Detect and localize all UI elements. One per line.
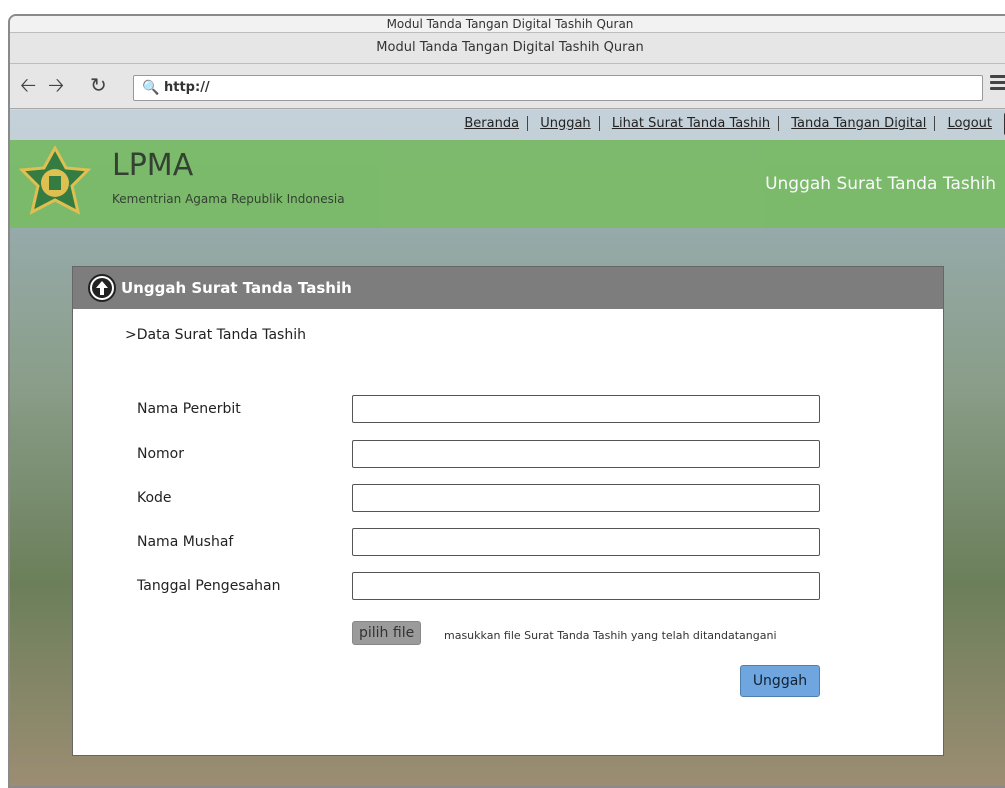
label-nomor: Nomor bbox=[137, 446, 184, 462]
page-content: Beranda Unggah Lihat Surat Tanda Tashih … bbox=[10, 110, 1005, 786]
page-heading: Unggah Surat Tanda Tashih bbox=[765, 174, 996, 194]
browser-toolbar: 🡠 🡢 ↻ 🔍 http:// bbox=[10, 64, 1005, 109]
label-kode: Kode bbox=[137, 490, 172, 506]
back-arrow-icon[interactable]: 🡠 bbox=[20, 74, 36, 96]
kemenag-logo bbox=[18, 146, 92, 215]
forward-arrow-icon[interactable]: 🡢 bbox=[48, 74, 64, 96]
upload-arrow-icon bbox=[88, 274, 116, 302]
kode-input[interactable] bbox=[352, 484, 820, 512]
nav-link-lihat-surat[interactable]: Lihat Surat Tanda Tashih bbox=[603, 116, 780, 131]
file-hint: masukkan file Surat Tanda Tashih yang te… bbox=[444, 629, 777, 642]
menu-icon[interactable] bbox=[990, 72, 1005, 93]
nav-link-unggah[interactable]: Unggah bbox=[532, 116, 600, 131]
label-nama-penerbit: Nama Penerbit bbox=[137, 401, 241, 417]
top-navigation: Beranda Unggah Lihat Surat Tanda Tashih … bbox=[10, 110, 1005, 140]
label-nama-mushaf: Nama Mushaf bbox=[137, 534, 234, 550]
brand-subtitle: Kementrian Agama Republik Indonesia bbox=[112, 192, 345, 206]
upload-panel: Unggah Surat Tanda Tashih >Data Surat Ta… bbox=[72, 266, 944, 756]
nav-link-beranda[interactable]: Beranda bbox=[456, 116, 529, 131]
choose-file-button[interactable]: pilih file bbox=[352, 621, 422, 645]
upload-submit-button[interactable]: Unggah bbox=[740, 665, 820, 697]
nama-mushaf-input[interactable] bbox=[352, 528, 820, 556]
address-text: http:// bbox=[164, 80, 210, 95]
nav-link-logout[interactable]: Logout bbox=[939, 116, 1000, 131]
window-title: Modul Tanda Tangan Digital Tashih Quran bbox=[10, 33, 1005, 64]
panel-title: Unggah Surat Tanda Tashih bbox=[121, 279, 352, 297]
brand-name: LPMA bbox=[112, 148, 194, 183]
window-title-strip: Modul Tanda Tangan Digital Tashih Quran bbox=[10, 16, 1005, 33]
refresh-icon[interactable]: ↻ bbox=[90, 74, 107, 96]
nav-link-tanda-tangan[interactable]: Tanda Tangan Digital bbox=[783, 116, 936, 131]
browser-window: Modul Tanda Tangan Digital Tashih Quran … bbox=[8, 14, 1005, 788]
panel-header: Unggah Surat Tanda Tashih bbox=[73, 267, 943, 309]
nama-penerbit-input[interactable] bbox=[352, 395, 820, 423]
header-banner: LPMA Kementrian Agama Republik Indonesia… bbox=[10, 140, 1005, 228]
address-bar[interactable]: 🔍 http:// bbox=[133, 75, 983, 101]
tanggal-pengesahan-input[interactable] bbox=[352, 572, 820, 600]
nomor-input[interactable] bbox=[352, 440, 820, 468]
section-label: >Data Surat Tanda Tashih bbox=[125, 327, 306, 343]
label-tanggal-pengesahan: Tanggal Pengesahan bbox=[137, 578, 281, 594]
search-icon: 🔍 bbox=[142, 80, 160, 96]
